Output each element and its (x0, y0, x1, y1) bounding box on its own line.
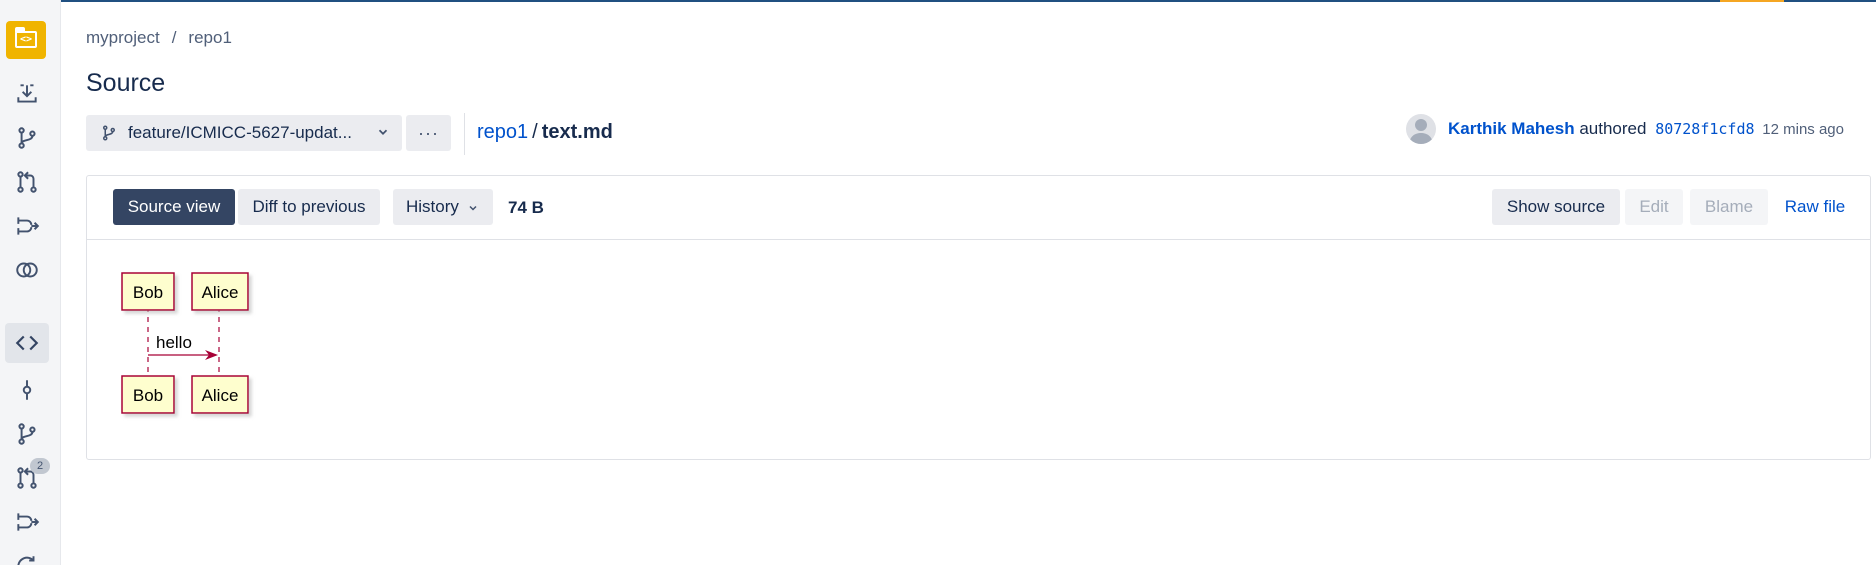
breadcrumb-separator: / (171, 28, 177, 47)
sync-icon[interactable] (5, 546, 49, 565)
fork-icon[interactable] (5, 206, 49, 246)
history-button[interactable]: History (393, 189, 493, 225)
compare-icon[interactable] (5, 250, 49, 290)
top-accent-highlight (1720, 0, 1784, 2)
top-accent-bar (0, 0, 1876, 2)
authored-label: authored (1579, 119, 1647, 138)
commit-hash[interactable]: 80728f1cfd8 (1655, 120, 1754, 138)
message-label: hello (156, 333, 192, 352)
more-actions-button[interactable]: ··· (406, 115, 451, 151)
participant-label-bob-bottom: Bob (133, 386, 163, 405)
avatar[interactable] (1406, 114, 1436, 144)
sequence-diagram: Bob Alice hello Bob Alice (117, 266, 277, 421)
source-icon[interactable] (5, 323, 49, 363)
file-size: 74 B (508, 198, 544, 217)
pull-requests-badge: 2 (30, 458, 50, 474)
chevron-down-icon (469, 205, 477, 211)
breadcrumb-project[interactable]: myproject (86, 28, 160, 47)
author-name[interactable]: Karthik Mahesh (1448, 119, 1575, 138)
create-branch-icon[interactable] (5, 118, 49, 158)
source-view-button[interactable]: Source view (113, 189, 235, 225)
branch-label: feature/ICMICC-5627-updat... (128, 123, 352, 142)
branch-icon (103, 125, 115, 141)
divider (464, 113, 465, 155)
breadcrumb-repo[interactable]: repo1 (188, 28, 231, 47)
blame-button[interactable]: Blame (1690, 189, 1768, 225)
commits-icon[interactable] (5, 370, 49, 410)
show-source-button[interactable]: Show source (1492, 189, 1620, 225)
file-name: text.md (541, 121, 613, 143)
participant-label-alice-bottom: Alice (202, 386, 239, 405)
commit-info: Karthik Mahesh authored 80728f1cfd8 12 m… (1448, 119, 1844, 139)
branches-icon[interactable] (5, 414, 49, 454)
page-title: Source (86, 69, 166, 97)
file-path-separator: / (532, 121, 538, 143)
participant-label-alice-top: Alice (202, 283, 239, 302)
history-label: History (406, 197, 459, 216)
commit-time: 12 mins ago (1762, 121, 1844, 138)
clone-icon[interactable] (5, 74, 49, 114)
file-path-repo-link[interactable]: repo1 (477, 121, 528, 143)
repository-logo-icon[interactable]: <> (6, 21, 46, 59)
file-path: repo1/text.md (477, 121, 613, 144)
diff-to-previous-button[interactable]: Diff to previous (238, 189, 380, 225)
chevron-down-icon (378, 129, 388, 135)
forks-icon[interactable] (5, 502, 49, 542)
participant-label-bob-top: Bob (133, 283, 163, 302)
sidebar: <> 2 (0, 0, 61, 565)
branch-selector[interactable]: feature/ICMICC-5627-updat... (86, 115, 402, 151)
raw-file-link[interactable]: Raw file (1775, 189, 1855, 225)
create-pull-request-icon[interactable] (5, 162, 49, 202)
breadcrumb: myproject / repo1 (86, 28, 232, 48)
edit-button[interactable]: Edit (1625, 189, 1683, 225)
file-toolbar: Source view Diff to previous History 74 … (87, 176, 1870, 240)
file-panel: Source view Diff to previous History 74 … (86, 175, 1871, 460)
